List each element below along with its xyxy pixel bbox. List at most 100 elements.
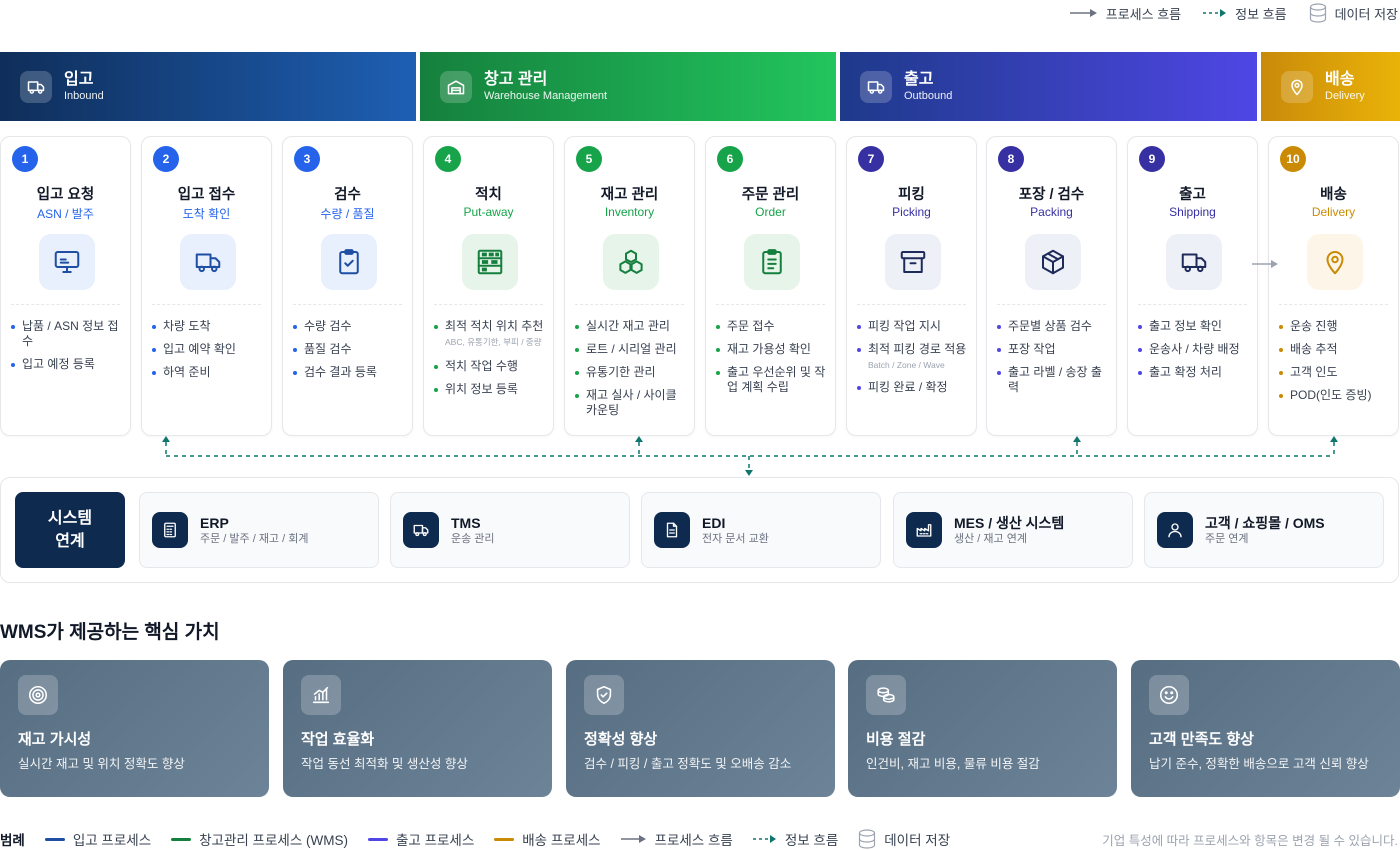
system-title: 고객 / 쇼핑몰 / OMS: [1205, 514, 1325, 531]
list-item: 출고 정보 확인: [1138, 319, 1253, 334]
list-item: 적치 작업 수행: [434, 359, 549, 374]
step-card-2: 2 입고 접수 도착 확인 차량 도착 입고 예약 확인 하역 준비: [141, 136, 272, 436]
step-title: 재고 관리: [600, 187, 659, 203]
item-text: 수량 검수: [304, 319, 352, 333]
system-desc: 운송 관리: [451, 532, 495, 545]
phase-inbound: 입고 Inbound: [0, 52, 416, 121]
card-divider: [293, 304, 402, 305]
list-item: 수량 검수: [293, 319, 408, 334]
legend-text: 정보 흐름: [784, 833, 839, 848]
legend-process-flow: 프로세스 흐름: [1069, 4, 1182, 23]
step-card-10: 10 배송 Delivery 운송 진행 배송 추적 고객 인도 POD(인도 …: [1268, 136, 1399, 436]
list-item: 운송사 / 차량 배정: [1138, 342, 1253, 357]
value-card-cost: 비용 절감 인건비, 재고 비용, 물류 비용 절감: [848, 660, 1117, 797]
step-number: 8: [998, 146, 1024, 172]
solid-arrow-icon: [1069, 9, 1097, 17]
step-items: 납품 / ASN 정보 접수 입고 예정 등록: [11, 319, 126, 380]
system-desc: 주문 / 발주 / 재고 / 회계: [200, 532, 309, 545]
item-text: 로트 / 시리얼 관리: [586, 342, 677, 356]
step-card-8: 8 포장 / 검수 Packing 주문별 상품 검수 포장 작업 출고 라벨 …: [986, 136, 1117, 436]
step-subtitle: ASN / 발주: [37, 207, 94, 221]
legend-process-flow-label: 프로세스 흐름: [1105, 6, 1182, 22]
step-items: 운송 진행 배송 추적 고객 인도 POD(인도 증빙): [1279, 319, 1394, 411]
step-title: 입고 접수: [177, 187, 236, 203]
item-text: 검수 결과 등록: [304, 365, 377, 379]
legend-data-store: 데이터 저장: [1309, 3, 1398, 23]
list-item: 피킹 완료 / 확정: [857, 380, 972, 395]
document-icon: [654, 512, 690, 548]
item-text: 운송 진행: [1290, 319, 1338, 333]
step-card-3: 3 검수 수량 / 품질 수량 검수 품질 검수 검수 결과 등록: [282, 136, 413, 436]
shield-check-icon: [584, 675, 624, 715]
item-text: 최적 피킹 경로 적용: [868, 342, 967, 356]
location-pin-icon: [1307, 234, 1363, 290]
step-items: 실시간 재고 관리 로트 / 시리얼 관리 유통기한 관리 재고 실사 / 사이…: [575, 319, 690, 426]
system-title: ERP: [200, 514, 229, 531]
truck-icon: [403, 512, 439, 548]
legend-swatch: [367, 837, 388, 841]
item-text: 차량 도착: [163, 319, 211, 333]
list-item: 차량 도착: [152, 319, 267, 334]
step-number: 1: [12, 146, 38, 172]
item-text: 재고 실사 / 사이클 카운팅: [586, 388, 677, 417]
item-text: 출고 라벨 / 송장 출력: [1008, 365, 1102, 394]
item-note: ABC, 유통기한, 부피 / 중량: [445, 337, 542, 347]
item-text: 최적 적치 위치 추천: [445, 319, 544, 333]
item-text: 피킹 완료 / 확정: [868, 380, 948, 394]
smile-icon: [1149, 675, 1189, 715]
step-subtitle: Packing: [1030, 205, 1073, 219]
step-items: 피킹 작업 지시 최적 피킹 경로 적용 Batch / Zone / Wave …: [857, 319, 972, 403]
system-tms: TMS 운송 관리: [390, 492, 630, 568]
list-item: 출고 우선순위 및 작업 계획 수립: [716, 365, 831, 395]
phase-subtitle: Warehouse Management: [484, 90, 608, 102]
list-item: 유통기한 관리: [575, 365, 690, 380]
card-divider: [152, 304, 261, 305]
item-text: 입고 예정 등록: [22, 357, 95, 371]
legend-info-flow: 정보 흐름: [1203, 4, 1287, 23]
truck-icon: [860, 70, 892, 103]
system-desc: 생산 / 재고 연계: [954, 532, 1027, 545]
list-item: 출고 라벨 / 송장 출력: [997, 365, 1112, 395]
list-item: 하역 준비: [152, 365, 267, 380]
legend-text: 출고 프로세스: [395, 833, 475, 848]
value-title: 작업 효율화: [301, 731, 375, 748]
top-legend: 프로세스 흐름 정보 흐름 데이터 저장: [1069, 3, 1398, 23]
step-card-1: 1 입고 요청 ASN / 발주 납품 / ASN 정보 접수 입고 예정 등록: [0, 136, 131, 436]
list-item: 포장 작업: [997, 342, 1112, 357]
step-card-5: 5 재고 관리 Inventory 실시간 재고 관리 로트 / 시리얼 관리 …: [564, 136, 695, 436]
step-subtitle: Inventory: [604, 205, 655, 219]
phase-subtitle: Outbound: [904, 90, 953, 102]
item-text: 실시간 재고 관리: [586, 319, 670, 333]
bottom-legend: 범례 입고 프로세스 창고관리 프로세스 (WMS) 출고 프로세스 배송 프로…: [0, 829, 950, 849]
system-desc: 전자 문서 교환: [702, 532, 769, 545]
user-icon: [1157, 512, 1193, 548]
system-title: TMS: [451, 514, 481, 531]
list-item: 품질 검수: [293, 342, 408, 357]
system-oms: 고객 / 쇼핑몰 / OMS 주문 연계: [1144, 492, 1384, 568]
step-items: 주문별 상품 검수 포장 작업 출고 라벨 / 송장 출력: [997, 319, 1112, 403]
calculator-icon: [152, 512, 188, 548]
phase-subtitle: Inbound: [64, 90, 104, 102]
step-title: 입고 요청: [36, 187, 95, 203]
legend-delivery: 배송 프로세스: [494, 829, 601, 849]
item-text: 피킹 작업 지시: [868, 319, 941, 333]
monitor-icon: [39, 234, 95, 290]
step-subtitle: Order: [755, 205, 786, 219]
card-divider: [1138, 304, 1247, 305]
phase-subtitle: Delivery: [1325, 90, 1365, 102]
truck-icon: [180, 234, 236, 290]
step-card-7: 7 피킹 Picking 피킹 작업 지시 최적 피킹 경로 적용 Batch /…: [846, 136, 977, 436]
list-item: 최적 적치 위치 추천 ABC, 유통기한, 부피 / 중량: [434, 319, 549, 349]
bar-chart-icon: [301, 675, 341, 715]
system-label-text: 시스템 연계: [47, 510, 93, 550]
item-text: 배송 추적: [1290, 342, 1338, 356]
item-text: 고객 인도: [1290, 365, 1338, 379]
database-icon: [859, 829, 876, 849]
step-subtitle: Picking: [892, 205, 931, 219]
warehouse-icon: [440, 70, 472, 103]
system-erp: ERP 주문 / 발주 / 재고 / 회계: [139, 492, 379, 568]
legend-text: 입고 프로세스: [72, 833, 152, 848]
item-text: POD(인도 증빙): [1290, 388, 1372, 402]
list-item: 위치 정보 등록: [434, 382, 549, 397]
item-text: 적치 작업 수행: [445, 359, 518, 373]
